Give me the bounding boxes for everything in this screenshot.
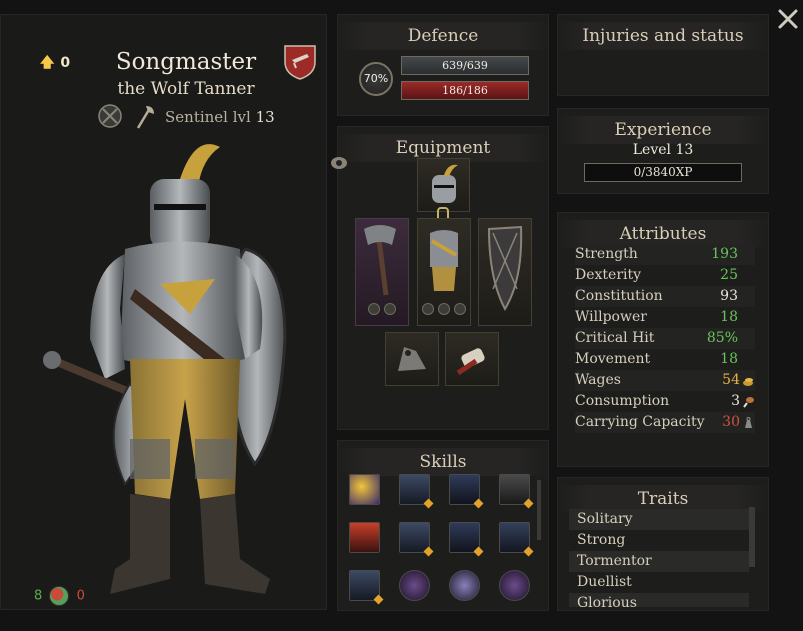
trait-item[interactable]: Strong (569, 530, 749, 551)
trait-item[interactable]: Glorious (569, 593, 749, 607)
trait-item[interactable]: Tormentor (569, 551, 749, 572)
class-level: Sentinel lvl 13 (165, 108, 275, 126)
attributes-panel: Attributes Strength 193 Dexterity 25 Const… (557, 212, 769, 467)
mood-face-icon (49, 586, 70, 606)
axe-weapon-icon (364, 225, 396, 296)
defence-panel: Defence 70% 639/639 186/186 (337, 14, 549, 116)
skill-icon-9[interactable] (349, 570, 384, 605)
skill-icon-6[interactable] (399, 522, 434, 557)
skill-icon-1[interactable] (349, 474, 380, 505)
arrow-up-icon: 🡅 (40, 55, 55, 71)
xp-bar[interactable]: 0/3840XP (584, 163, 742, 182)
attribute-wages[interactable]: Wages 54 (575, 370, 755, 391)
skill-icon-10[interactable] (399, 570, 430, 601)
helmet-slot[interactable] (417, 158, 470, 212)
skill-icon-12[interactable] (499, 570, 530, 601)
scroll-hammer-icon (456, 348, 485, 376)
trait-item[interactable]: Solitary (569, 509, 749, 530)
skill-icon-8[interactable] (499, 522, 534, 557)
round-shield-icon (98, 104, 122, 128)
armor-bar[interactable]: 639/639 (401, 56, 529, 75)
animal-companion-icon (398, 347, 426, 371)
attribute-movement[interactable]: Movement 18 (575, 349, 755, 370)
kite-shield-icon (487, 225, 523, 312)
attribute-constitution[interactable]: Constitution 93 (575, 286, 755, 307)
skill-icon-3[interactable] (449, 474, 484, 509)
armor-icon (430, 230, 458, 291)
skill-icon-5[interactable] (349, 522, 380, 553)
health-bar[interactable]: 186/186 (401, 81, 529, 100)
company-banner-icon[interactable] (283, 44, 317, 80)
equipment-panel: Equipment (331, 126, 549, 430)
skill-icon-11[interactable] (449, 570, 480, 601)
body-armor-slot[interactable] (417, 218, 471, 326)
drumstick-icon (743, 396, 754, 408)
off-hand-slot[interactable] (478, 218, 532, 326)
attribute-strength[interactable]: Strength 193 (575, 244, 755, 265)
character-panel: 🡅 0 Songmaster the Wolf Tanner Sentinel l… (0, 14, 327, 610)
experience-level: Level 13 (632, 142, 694, 158)
mood-negative-count: 0 (76, 588, 85, 604)
weight-icon (745, 416, 752, 428)
mood-positive-count: 8 (34, 588, 43, 604)
attribute-willpower[interactable]: Willpower 18 (575, 307, 755, 328)
character-title: the Wolf Tanner (117, 79, 255, 99)
cosmetic-toggle-icon[interactable] (329, 154, 349, 172)
helmet-icon (432, 164, 458, 203)
skill-icon-2[interactable] (399, 474, 434, 509)
skill-icon-7[interactable] (449, 522, 484, 557)
skill-icon-4[interactable] (499, 474, 534, 509)
attribute-carrying-capacity[interactable]: Carrying Capacity 30 (575, 412, 755, 433)
coin-icon (743, 377, 753, 386)
traits-panel: Traits Solitary Strong Tormentor Duellis… (557, 477, 769, 611)
class-icons (98, 104, 154, 129)
traits-scrollbar[interactable] (749, 507, 755, 567)
defence-percent[interactable]: 70% (359, 62, 393, 96)
attribute-dexterity[interactable]: Dexterity 25 (575, 265, 755, 286)
axe-icon (136, 106, 154, 129)
bag-slot[interactable] (445, 332, 499, 386)
experience-title: Experience (557, 116, 769, 144)
skills-scrollbar[interactable] (537, 480, 541, 540)
defence-title: Defence (337, 22, 549, 50)
mood-indicator[interactable]: 8 0 (34, 586, 85, 606)
level-up-points[interactable]: 🡅 0 (40, 52, 70, 76)
attribute-critical-hit[interactable]: Critical Hit 85% (575, 328, 755, 349)
trait-item[interactable]: Duellist (569, 572, 749, 593)
accessory-slot[interactable] (385, 332, 439, 386)
main-hand-slot[interactable] (355, 218, 409, 326)
close-icon[interactable] (777, 8, 799, 30)
injuries-panel: Injuries and status (557, 14, 769, 96)
attribute-consumption[interactable]: Consumption 3 (575, 391, 755, 412)
experience-panel: Experience Level 13 0/3840XP (557, 108, 769, 194)
character-model (43, 144, 287, 594)
character-name[interactable]: Songmaster (96, 49, 276, 75)
injuries-title: Injuries and status (557, 22, 769, 50)
skills-title: Skills (337, 448, 549, 476)
skills-panel: Skills (337, 440, 549, 611)
